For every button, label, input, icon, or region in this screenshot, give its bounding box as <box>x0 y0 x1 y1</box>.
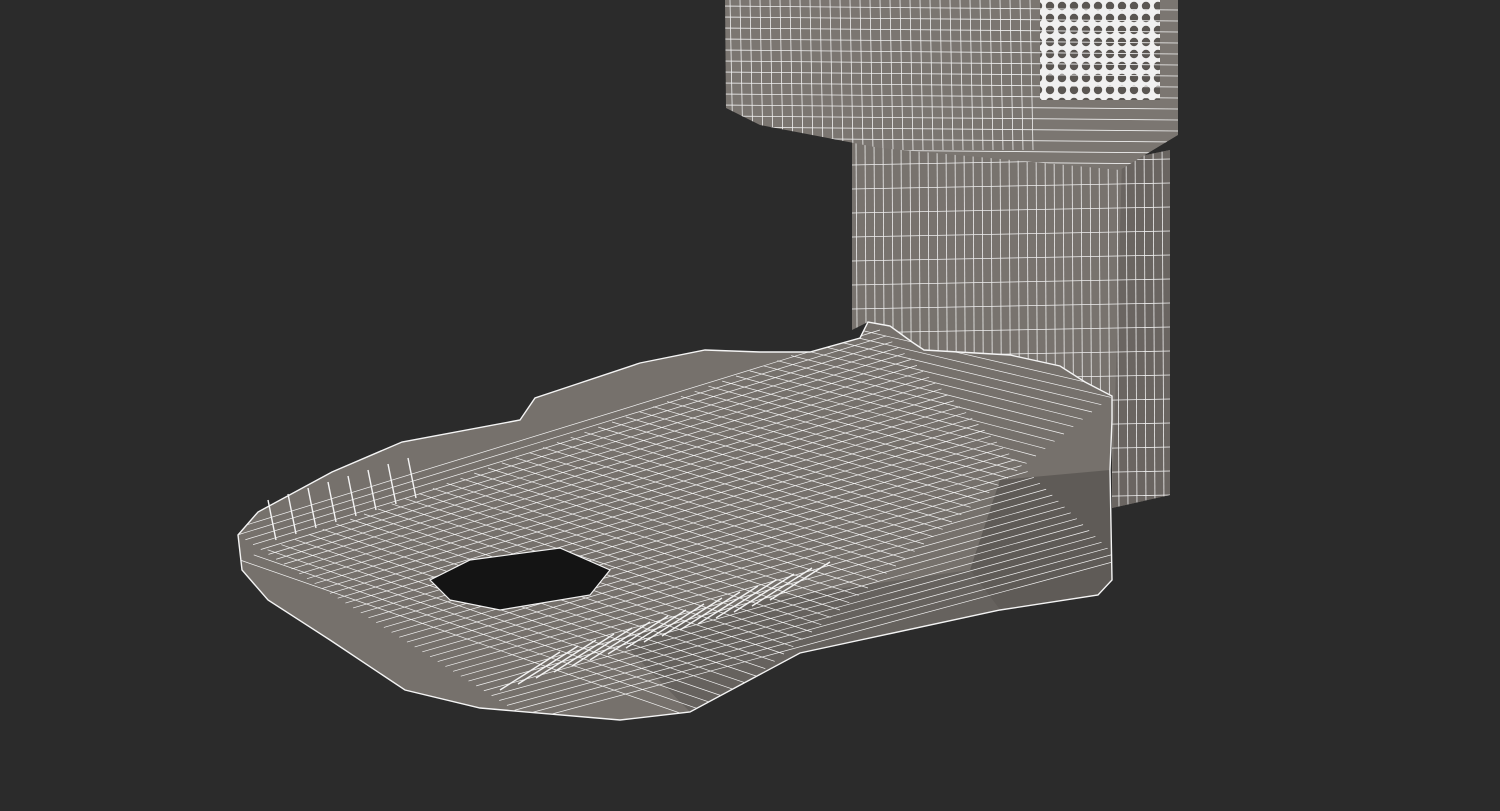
dock-base <box>237 321 1113 721</box>
top-head <box>725 0 1178 170</box>
render-viewport <box>0 0 1500 811</box>
vent-grille <box>1040 0 1160 100</box>
wireframe-render <box>237 0 1178 721</box>
